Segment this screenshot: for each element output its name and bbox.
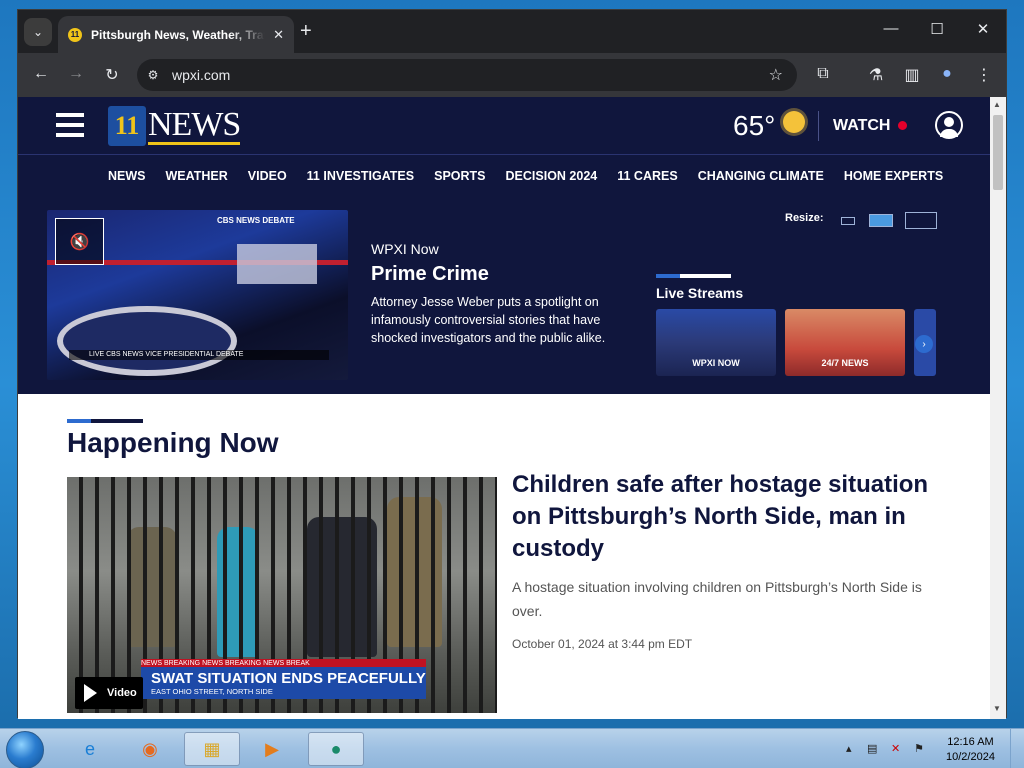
side-panel-icon[interactable]: ▥	[901, 65, 923, 85]
firefox-icon[interactable]: ◉	[122, 732, 178, 766]
story-summary: A hostage situation involving children o…	[512, 579, 922, 619]
tray-expand-icon[interactable]: ▴	[846, 742, 852, 755]
browser-toolbar: ← → ↻ ⚙ wpxi.com ☆ ⧉ ⚗ ▥ ● ⋮	[18, 53, 1006, 97]
windows-taskbar: e ◉ ▦ ▶ ● ▴ ▤ ✕ ⚑ 12:16 AM 10/2/2024	[0, 728, 1024, 768]
temperature[interactable]: 65°	[733, 110, 775, 142]
live-stream-thumb-2[interactable]: 24/7 NEWS	[785, 309, 905, 376]
video-play-button[interactable]: Video	[75, 677, 143, 709]
clock-time: 12:16 AM	[947, 736, 994, 748]
image-headline: SWAT SITUATION ENDS PEACEFULLY	[151, 670, 426, 687]
browser-tab[interactable]: 11 Pittsburgh News, Weather, Traffic ✕	[58, 16, 294, 53]
nav-11-investigates[interactable]: 11 INVESTIGATES	[307, 169, 414, 183]
browser-window: ⌄ 11 Pittsburgh News, Weather, Traffic ✕…	[17, 9, 1007, 719]
section-accent-bar	[67, 419, 143, 423]
video-overlay-text: CBS NEWS DEBATE	[217, 216, 295, 225]
bookmark-star-icon[interactable]: ☆	[769, 65, 783, 85]
tab-strip: ⌄ 11 Pittsburgh News, Weather, Traffic ✕…	[18, 10, 1006, 53]
muted-speaker-icon: 🔇	[69, 233, 90, 251]
mute-button[interactable]: 🔇	[55, 218, 104, 265]
menu-kebab-icon[interactable]: ⋮	[973, 65, 995, 85]
profile-icon[interactable]: ●	[936, 65, 958, 83]
resize-large-icon[interactable]	[905, 212, 937, 229]
story-image[interactable]: NEWS BREAKING NEWS BREAKING NEWS BREAK S…	[67, 477, 497, 713]
action-center-flag-icon[interactable]: ⚑	[914, 742, 924, 755]
system-clock[interactable]: 12:16 AM 10/2/2024	[946, 735, 995, 765]
nav-11-cares[interactable]: 11 CARES	[617, 169, 677, 183]
tab-title: Pittsburgh News, Weather, Traffic	[91, 27, 266, 42]
account-icon[interactable]	[935, 111, 963, 139]
site-logo[interactable]: 11 NEWS	[108, 105, 241, 147]
url-text: wpxi.com	[172, 67, 231, 83]
nav-home-experts[interactable]: HOME EXPERTS	[844, 169, 943, 183]
address-bar[interactable]: ⚙ wpxi.com ☆	[137, 59, 797, 91]
main-nav: NEWS WEATHER VIDEO 11 INVESTIGATES SPORT…	[18, 155, 990, 197]
labs-flask-icon[interactable]: ⚗	[865, 65, 887, 85]
header-divider	[818, 111, 819, 141]
nav-sports[interactable]: SPORTS	[434, 169, 485, 183]
media-player-icon[interactable]: ▶	[244, 732, 300, 766]
section-title: Happening Now	[67, 427, 279, 458]
story-headline-link[interactable]: Children safe after hostage situation on…	[512, 469, 952, 565]
video-ticker: LIVE CBS NEWS VICE PRESIDENTIAL DEBATE	[69, 350, 329, 360]
forward-arrow-icon[interactable]: →	[65, 65, 87, 83]
minimize-button[interactable]: —	[881, 20, 901, 37]
nav-video[interactable]: VIDEO	[248, 169, 287, 183]
nav-weather[interactable]: WEATHER	[166, 169, 228, 183]
nav-decision-2024[interactable]: DECISION 2024	[506, 169, 598, 183]
live-stream-label-1: WPXI NOW	[692, 358, 740, 368]
chevron-down-icon: ⌄	[32, 25, 44, 39]
scroll-up-icon[interactable]: ▲	[993, 100, 1001, 109]
featured-video-player[interactable]: CBS NEWS DEBATE LIVE CBS NEWS VICE PRESI…	[47, 210, 348, 380]
page-scrollbar[interactable]: ▲ ▼	[990, 97, 1006, 719]
play-icon	[84, 684, 97, 702]
live-streams-accent	[656, 274, 731, 278]
promo-kicker: WPXI Now	[371, 241, 439, 257]
site-info-icon[interactable]: ⚙	[140, 62, 166, 88]
video-stage	[57, 306, 237, 376]
nav-news[interactable]: NEWS	[108, 169, 146, 183]
video-backdrop	[237, 244, 317, 284]
back-arrow-icon[interactable]: ←	[30, 65, 52, 83]
scroll-down-icon[interactable]: ▼	[993, 704, 1001, 713]
resize-small-icon[interactable]	[841, 217, 855, 225]
page-viewport: 11 NEWS 65° WATCH NEWS WEATHER VIDEO 11 …	[18, 97, 990, 719]
nav-changing-climate[interactable]: CHANGING CLIMATE	[698, 169, 824, 183]
watch-link[interactable]: WATCH	[833, 117, 890, 135]
start-button[interactable]	[6, 731, 44, 768]
promo-description: Attorney Jesse Weber puts a spotlight on…	[371, 295, 606, 345]
volume-muted-icon[interactable]: ✕	[891, 742, 900, 755]
carousel-next-chevron-icon[interactable]: ›	[915, 335, 933, 353]
image-subline: EAST OHIO STREET, NORTH SIDE	[151, 687, 273, 696]
logo-text: NEWS	[148, 105, 241, 145]
reload-icon[interactable]: ↻	[101, 65, 123, 85]
chrome-task-icon[interactable]: ●	[308, 732, 364, 766]
scroll-thumb[interactable]	[993, 115, 1003, 190]
extensions-icon[interactable]: ⧉	[812, 65, 834, 83]
new-tab-button[interactable]: +	[300, 20, 312, 42]
resize-label: Resize:	[785, 212, 824, 224]
site-header: 11 NEWS 65° WATCH	[18, 97, 990, 155]
hamburger-menu-icon[interactable]	[56, 113, 84, 137]
live-streams-title: Live Streams	[656, 285, 744, 301]
file-explorer-icon[interactable]: ▦	[184, 732, 240, 766]
show-desktop-button[interactable]	[1010, 729, 1024, 768]
clock-date: 10/2/2024	[946, 751, 995, 763]
maximize-button[interactable]: ☐	[927, 20, 947, 38]
video-promo-section: CBS NEWS DEBATE LIVE CBS NEWS VICE PRESI…	[18, 197, 990, 394]
video-label: Video	[107, 687, 137, 699]
resize-medium-icon[interactable]	[869, 214, 893, 227]
live-stream-label-2: 24/7 NEWS	[821, 358, 869, 368]
promo-title[interactable]: Prime Crime	[371, 263, 489, 286]
internet-explorer-icon[interactable]: e	[62, 732, 118, 766]
tab-search-button[interactable]: ⌄	[24, 18, 52, 46]
network-icon[interactable]: ▤	[867, 742, 877, 755]
close-window-button[interactable]: ✕	[973, 20, 993, 38]
live-stream-thumb-1[interactable]: WPXI NOW	[656, 309, 776, 376]
partly-sunny-icon[interactable]	[783, 111, 805, 133]
favicon-icon: 11	[68, 27, 82, 42]
story-timestamp: October 01, 2024 at 3:44 pm EDT	[512, 637, 693, 651]
live-dot-icon	[898, 121, 907, 130]
tab-close-icon[interactable]: ✕	[273, 27, 284, 43]
logo-badge: 11	[108, 106, 146, 146]
